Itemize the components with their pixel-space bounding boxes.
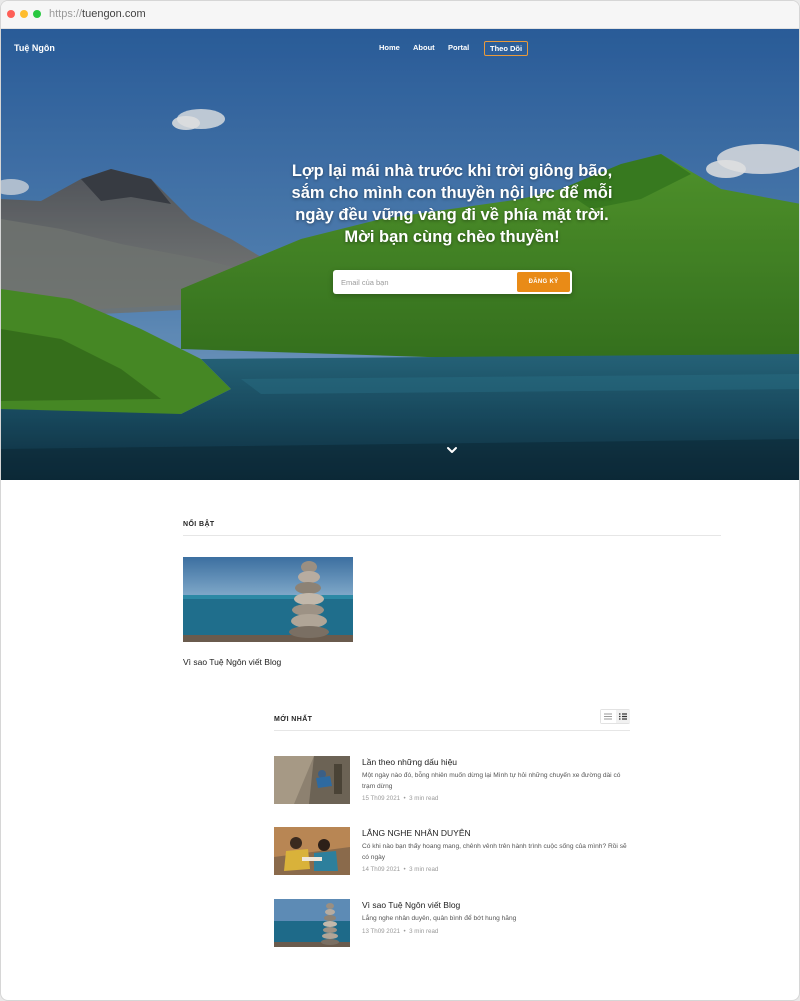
hero-line-2: sắm cho mình con thuyền nội lực để mỗi bbox=[291, 184, 613, 202]
hero-headline: Lợp lại mái nhà trước khi trời giông bão… bbox=[271, 160, 633, 248]
view-toggle bbox=[600, 709, 630, 724]
featured-post-image[interactable] bbox=[183, 557, 353, 642]
post-meta: 15 Th09 2021 • 3 min read bbox=[362, 795, 439, 802]
post-meta: 13 Th09 2021 • 3 min read bbox=[362, 928, 439, 935]
post-excerpt: Có khi nào bạn thấy hoang mang, chênh vê… bbox=[362, 843, 627, 861]
chevron-down-icon[interactable] bbox=[445, 445, 459, 455]
post-title[interactable]: Lần theo những dấu hiệu bbox=[362, 757, 457, 767]
browser-window: https://tuengon.com Tuệ Ngôn Home About … bbox=[0, 0, 800, 1001]
minimize-window-button[interactable] bbox=[20, 10, 28, 18]
hero-line-3: ngày đều vững vàng đi về phía mặt trời. bbox=[295, 206, 609, 224]
post-thumbnail[interactable] bbox=[274, 756, 350, 804]
email-input[interactable] bbox=[333, 270, 513, 294]
grid-view-icon[interactable] bbox=[616, 710, 630, 723]
list-view-icon[interactable] bbox=[601, 710, 615, 723]
post-list-item[interactable]: Vì sao Tuệ Ngôn viết Blog Lắng nghe nhân… bbox=[274, 899, 634, 949]
subscribe-form: ĐĂNG KÝ bbox=[333, 270, 572, 294]
latest-divider bbox=[274, 730, 630, 731]
hero-overlay bbox=[1, 29, 799, 480]
hero-section: Tuệ Ngôn Home About Portal Theo Dõi Lợp … bbox=[1, 29, 799, 480]
featured-divider bbox=[183, 535, 721, 536]
post-excerpt: Một ngày nào đó, bỗng nhiên muốn dừng lạ… bbox=[362, 772, 621, 790]
post-list-item[interactable]: LẮNG NGHE NHÂN DUYÊN Có khi nào bạn thấy… bbox=[274, 827, 634, 877]
post-list-item[interactable]: Lần theo những dấu hiệu Một ngày nào đó,… bbox=[274, 756, 634, 806]
hero-line-4: Mời bạn cùng chèo thuyền! bbox=[344, 228, 560, 246]
post-date: 13 Th09 2021 bbox=[362, 928, 401, 935]
nav-portal[interactable]: Portal bbox=[448, 43, 469, 52]
main-nav: Home About Portal Theo Dõi bbox=[1, 41, 799, 57]
browser-toolbar: https://tuengon.com bbox=[1, 1, 799, 29]
post-read-time: 3 min read bbox=[409, 866, 439, 873]
featured-section-label: NỔI BẬT bbox=[183, 521, 215, 528]
url-host: tuengon.com bbox=[82, 8, 146, 20]
close-window-button[interactable] bbox=[7, 10, 15, 18]
nav-home[interactable]: Home bbox=[379, 43, 400, 52]
post-meta: 14 Th09 2021 • 3 min read bbox=[362, 866, 439, 873]
post-title[interactable]: LẮNG NGHE NHÂN DUYÊN bbox=[362, 828, 471, 838]
post-read-time: 3 min read bbox=[409, 795, 439, 802]
latest-section-label: MỚI NHẤT bbox=[274, 716, 313, 723]
address-bar[interactable]: https://tuengon.com bbox=[49, 8, 146, 20]
post-read-time: 3 min read bbox=[409, 928, 439, 935]
nav-follow-button[interactable]: Theo Dõi bbox=[484, 41, 529, 56]
post-thumbnail[interactable] bbox=[274, 827, 350, 875]
hero-line-1: Lợp lại mái nhà trước khi trời giông bão… bbox=[291, 162, 613, 180]
url-protocol: https:// bbox=[49, 8, 83, 20]
post-title[interactable]: Vì sao Tuệ Ngôn viết Blog bbox=[362, 900, 460, 910]
post-thumbnail[interactable] bbox=[274, 899, 350, 947]
maximize-window-button[interactable] bbox=[33, 10, 41, 18]
nav-about[interactable]: About bbox=[413, 43, 435, 52]
subscribe-button[interactable]: ĐĂNG KÝ bbox=[517, 272, 570, 292]
post-date: 14 Th09 2021 bbox=[362, 866, 401, 873]
post-excerpt: Lắng nghe nhân duyên, quân bình để bớt h… bbox=[362, 915, 517, 922]
post-date: 15 Th09 2021 bbox=[362, 795, 401, 802]
featured-post-title[interactable]: Vì sao Tuệ Ngôn viết Blog bbox=[183, 657, 281, 667]
